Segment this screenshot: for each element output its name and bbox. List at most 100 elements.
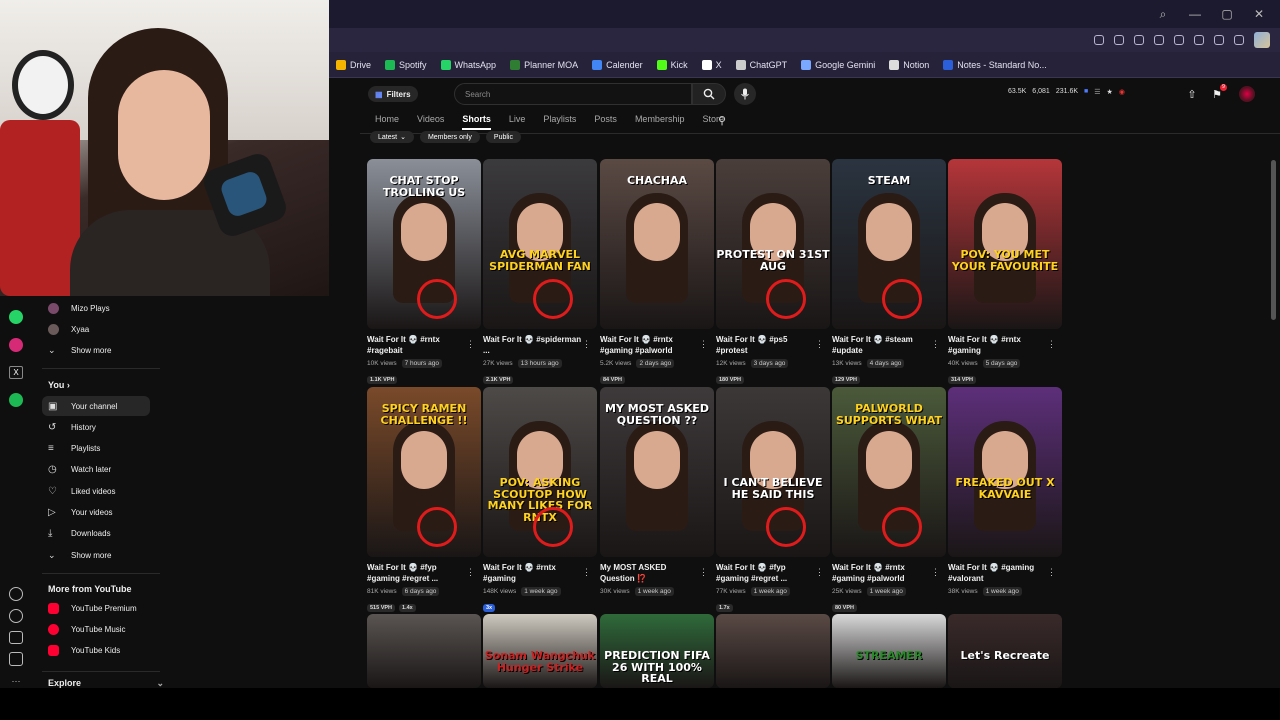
bookmark-item[interactable]: ChatGPT: [735, 59, 787, 70]
tab-membership[interactable]: Membership: [635, 114, 685, 130]
short-card[interactable]: POV: YOU MET YOUR FAVOURITE Wait For It 💀…: [948, 159, 1062, 386]
bookmark-item[interactable]: X: [701, 59, 722, 70]
short-title[interactable]: Wait For It 💀 #rntx #gaming #palworld: [600, 334, 700, 356]
short-title[interactable]: Wait For It 💀 #ps5 #protest: [716, 334, 816, 356]
short-card[interactable]: SPICY RAMEN CHALLENGE !! Wait For It 💀 #f…: [367, 387, 481, 614]
tab-shorts[interactable]: Shorts: [462, 114, 491, 130]
profile-avatar[interactable]: [1254, 32, 1270, 48]
short-title[interactable]: Wait For It 💀 #rntx #gaming: [948, 334, 1048, 356]
short-card[interactable]: [716, 614, 830, 688]
short-thumbnail[interactable]: SPICY RAMEN CHALLENGE !!: [367, 387, 481, 557]
short-thumbnail[interactable]: CHACHAA: [600, 159, 714, 329]
record-icon[interactable]: ◉: [1119, 88, 1125, 96]
search-button[interactable]: [692, 83, 726, 105]
short-card[interactable]: FREAKED OUT X KAVVAIE Wait For It 💀 #gami…: [948, 387, 1062, 596]
bookmark-item[interactable]: Planner MOA: [510, 59, 578, 70]
x-icon[interactable]: X: [9, 365, 23, 380]
short-title[interactable]: Wait For It 💀 #gaming #valorant: [948, 562, 1048, 584]
short-thumbnail[interactable]: AVG MARVEL SPIDERMAN FAN: [483, 159, 597, 329]
bookmark-item[interactable]: Spotify: [385, 59, 427, 70]
short-card[interactable]: PROTEST ON 31ST AUG Wait For It 💀 #ps5 #p…: [716, 159, 830, 386]
share-icon[interactable]: [1114, 35, 1124, 45]
short-thumbnail[interactable]: Sonam Wangchuk Hunger Strike: [483, 614, 597, 688]
more-options-icon[interactable]: ⋮: [815, 567, 824, 578]
more-options-icon[interactable]: ⋮: [582, 567, 591, 578]
more-options-icon[interactable]: ⋮: [931, 567, 940, 578]
short-thumbnail[interactable]: [716, 614, 830, 688]
short-card[interactable]: PREDICTION FIFA 26 WITH 100% REAL: [600, 614, 714, 688]
sidebar-item-yt-product[interactable]: YouTube Premium: [42, 598, 150, 618]
more-options-icon[interactable]: ⋮: [1047, 339, 1056, 350]
short-card[interactable]: AVG MARVEL SPIDERMAN FAN Wait For It 💀 #s…: [483, 159, 597, 386]
short-card[interactable]: CHAT STOP TROLLING US Wait For It 💀 #rntx…: [367, 159, 481, 386]
short-thumbnail[interactable]: POV: YOU MET YOUR FAVOURITE: [948, 159, 1062, 329]
more-options-icon[interactable]: ⋮: [699, 339, 708, 350]
short-card[interactable]: [367, 614, 481, 688]
more-options-icon[interactable]: ⋮: [931, 339, 940, 350]
short-card[interactable]: STEAM Wait For It 💀 #steam #update ⋮ 13K vi…: [832, 159, 946, 386]
short-card[interactable]: STREAMER: [832, 614, 946, 688]
sidebar-item-watch-later[interactable]: ◷ Watch later: [42, 460, 150, 480]
short-card[interactable]: PALWORLD SUPPORTS WHAT Wait For It 💀 #rnt…: [832, 387, 946, 614]
short-card[interactable]: POV: ASKING SCOUTOP HOW MANY LIKES FOR R…: [483, 387, 597, 614]
bookmark-item[interactable]: Calender: [592, 59, 643, 70]
instagram-icon[interactable]: [9, 337, 23, 352]
short-thumbnail[interactable]: I CAN'T BELIEVE HE SAID THIS: [716, 387, 830, 557]
short-thumbnail[interactable]: CHAT STOP TROLLING US: [367, 159, 481, 329]
short-card[interactable]: CHACHAA Wait For It 💀 #rntx #gaming #palw…: [600, 159, 714, 386]
more-options-icon[interactable]: ⋮: [1047, 567, 1056, 578]
chip-members-only[interactable]: Members only: [419, 131, 480, 143]
short-card[interactable]: MY MOST ASKED QUESTION ?? My MOST ASKED Q…: [600, 387, 714, 596]
sidebar-item-yt-product[interactable]: YouTube Kids: [42, 641, 150, 661]
short-title[interactable]: Wait For It 💀 #steam #update: [832, 334, 932, 356]
zoom-icon[interactable]: [1094, 35, 1104, 45]
shield-icon[interactable]: [1154, 35, 1164, 45]
short-thumbnail[interactable]: FREAKED OUT X KAVVAIE: [948, 387, 1062, 557]
chip-public[interactable]: Public: [485, 131, 521, 143]
short-card[interactable]: Sonam Wangchuk Hunger Strike: [483, 614, 597, 688]
short-title[interactable]: Wait For It 💀 #spiderman ...: [483, 334, 583, 356]
download-icon[interactable]: [1214, 35, 1224, 45]
tab-playlists[interactable]: Playlists: [543, 114, 576, 130]
short-thumbnail[interactable]: STEAM: [832, 159, 946, 329]
short-thumbnail[interactable]: PALWORLD SUPPORTS WHAT: [832, 387, 946, 557]
short-thumbnail[interactable]: Let's Recreate: [948, 614, 1062, 688]
bookmark-item[interactable]: Notes - Standard No...: [943, 59, 1047, 70]
tab-home[interactable]: Home: [375, 114, 399, 130]
short-thumbnail[interactable]: PREDICTION FIFA 26 WITH 100% REAL: [600, 614, 714, 688]
sidebar-sub-xyaa[interactable]: Xyaa: [42, 319, 150, 339]
more-options-icon[interactable]: ⋮: [466, 567, 475, 578]
sidebar-item-your-videos[interactable]: ▷ Your videos: [42, 503, 150, 523]
close-icon[interactable]: ✕: [1252, 7, 1266, 21]
short-thumbnail[interactable]: PROTEST ON 31ST AUG: [716, 159, 830, 329]
extension-icon[interactable]: ■: [1084, 88, 1088, 96]
sidebar-you-show-more[interactable]: ⌄ Show more: [42, 545, 150, 565]
filters-button[interactable]: ▦ Filters: [368, 86, 418, 102]
list-icon[interactable]: ☰: [1094, 88, 1100, 96]
menu-icon[interactable]: [1234, 35, 1244, 45]
more-options-icon[interactable]: ⋮: [582, 339, 591, 350]
bookmark-item[interactable]: Drive: [336, 59, 371, 70]
tab-posts[interactable]: Posts: [594, 114, 617, 130]
bookmark-item[interactable]: Google Gemini: [801, 59, 875, 70]
sidebar-item-liked-videos[interactable]: ♡ Liked videos: [42, 481, 150, 501]
download-icon[interactable]: [9, 630, 23, 645]
sidebar-item-downloads[interactable]: ⤓ Downloads: [42, 524, 150, 544]
camera-icon[interactable]: [1134, 35, 1144, 45]
cube-icon[interactable]: [9, 652, 23, 667]
tab-live[interactable]: Live: [509, 114, 526, 130]
minimize-icon[interactable]: —: [1188, 7, 1202, 21]
sidebar-subs-show-more[interactable]: ⌄ Show more: [42, 340, 150, 360]
user-avatar[interactable]: [1239, 86, 1255, 102]
sidebar-item-yt-product[interactable]: YouTube Music: [42, 619, 150, 639]
bookmark-item[interactable]: Kick: [656, 59, 688, 70]
heart-icon[interactable]: [1194, 35, 1204, 45]
more-options-icon[interactable]: ⋮: [815, 339, 824, 350]
sidebar-item-your-channel[interactable]: ▣ Your channel: [42, 396, 150, 416]
channel-search-icon[interactable]: ⚲: [718, 114, 726, 127]
short-title[interactable]: Wait For It 💀 #rntx #ragebait: [367, 334, 467, 356]
short-thumbnail[interactable]: [367, 614, 481, 688]
sidebar-item-history[interactable]: ↺ History: [42, 417, 150, 437]
short-card[interactable]: I CAN'T BELIEVE HE SAID THIS Wait For It …: [716, 387, 830, 614]
heart-icon[interactable]: [9, 587, 23, 601]
